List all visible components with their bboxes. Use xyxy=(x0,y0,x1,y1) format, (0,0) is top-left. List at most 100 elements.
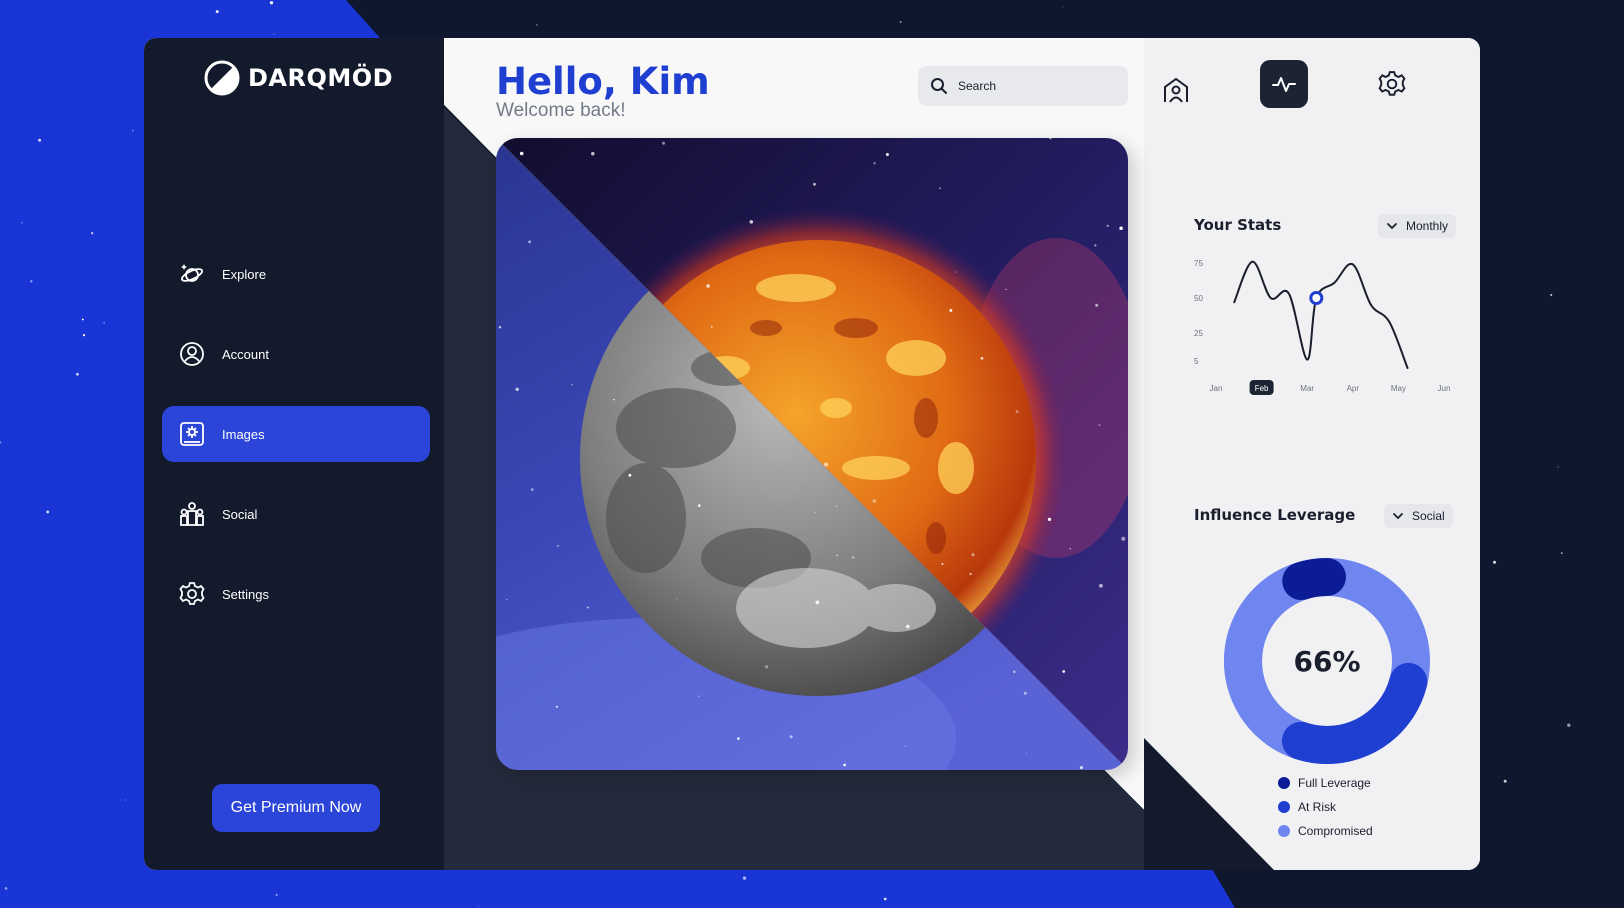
settings-icon xyxy=(1378,71,1406,96)
star xyxy=(1095,303,1099,307)
sidebar-item-images[interactable]: Images xyxy=(162,406,430,462)
account-icon xyxy=(178,340,206,368)
x-tick-label: May xyxy=(1391,384,1406,393)
star xyxy=(824,462,829,467)
star xyxy=(814,511,816,514)
activity-icon xyxy=(1272,77,1296,92)
star xyxy=(706,284,710,288)
home-nav-button[interactable] xyxy=(1152,66,1200,114)
star xyxy=(789,735,793,739)
star xyxy=(76,372,79,376)
star xyxy=(531,488,534,491)
star xyxy=(676,598,678,600)
brand-logo[interactable]: DARQMÖD xyxy=(204,60,393,96)
stats-marker[interactable] xyxy=(1309,291,1324,305)
star xyxy=(1012,670,1016,674)
influence-filter-dropdown[interactable]: Social xyxy=(1384,504,1453,528)
x-tick-label: Jan xyxy=(1210,384,1223,393)
star xyxy=(843,763,846,767)
star xyxy=(628,473,632,477)
star xyxy=(899,20,902,23)
sidebar-item-label: Settings xyxy=(222,586,269,602)
star xyxy=(1026,752,1028,754)
sidebar-item-social[interactable]: Social xyxy=(162,486,430,542)
star xyxy=(742,876,747,880)
star xyxy=(883,897,887,901)
star xyxy=(941,562,944,566)
star xyxy=(557,544,560,547)
star xyxy=(81,318,84,321)
x-tick-label: Feb xyxy=(1255,384,1269,393)
x-tick-label: Jun xyxy=(1438,384,1451,393)
star xyxy=(269,1,274,5)
sidebar-item-explore[interactable]: Explore xyxy=(162,246,430,302)
activity-nav-button[interactable] xyxy=(1260,60,1308,108)
chevron-down-icon xyxy=(1387,223,1397,230)
get-premium-button[interactable]: Get Premium Now xyxy=(212,784,380,832)
stats-line xyxy=(1233,260,1409,369)
hero-image xyxy=(496,138,1128,770)
star xyxy=(939,187,941,189)
star xyxy=(21,222,23,224)
star xyxy=(477,906,479,908)
star xyxy=(1098,424,1101,426)
images-icon xyxy=(178,420,206,448)
star xyxy=(815,600,820,605)
sidebar-item-account[interactable]: Account xyxy=(162,326,430,382)
influence-filter-label: Social xyxy=(1412,509,1445,523)
explore-icon xyxy=(178,260,206,288)
influence-percent: 66% xyxy=(1293,644,1361,678)
star xyxy=(275,893,278,896)
star xyxy=(697,695,700,698)
brand-name: DARQMÖD xyxy=(248,64,394,92)
star xyxy=(1047,517,1052,522)
star xyxy=(1503,779,1507,783)
star xyxy=(1098,583,1103,588)
legend-label: Compromised xyxy=(1298,824,1373,838)
page-title: Hello, Kim xyxy=(496,60,710,103)
sidebar-item-label: Social xyxy=(222,506,258,522)
settings-nav-button[interactable] xyxy=(1368,60,1416,108)
star xyxy=(872,499,877,503)
star xyxy=(1005,288,1007,290)
app-window: DARQMÖD Explore Account Images Social Se… xyxy=(144,38,1480,870)
star xyxy=(571,384,573,386)
search-input[interactable] xyxy=(958,79,1108,93)
star xyxy=(1023,691,1027,695)
sidebar-item-settings[interactable]: Settings xyxy=(162,566,430,622)
sidebar-item-label: Account xyxy=(222,346,269,362)
star xyxy=(273,33,275,35)
star xyxy=(1106,224,1109,228)
star xyxy=(1062,6,1064,8)
star xyxy=(852,556,855,559)
page-subtitle: Welcome back! xyxy=(496,100,626,121)
sidebar-item-label: Explore xyxy=(222,266,267,282)
star xyxy=(949,308,953,312)
search-bar[interactable] xyxy=(918,66,1128,106)
star xyxy=(82,333,86,337)
star xyxy=(132,129,134,132)
stats-period-dropdown[interactable]: Monthly xyxy=(1378,214,1457,238)
influence-donut: 66% xyxy=(1224,558,1430,764)
sidebar-item-label: Images xyxy=(222,426,265,442)
influence-title: Influence Leverage xyxy=(1194,506,1356,524)
star xyxy=(555,705,558,708)
x-tick-label: Apr xyxy=(1347,384,1360,393)
y-tick-label: 50 xyxy=(1194,294,1203,303)
legend-swatch xyxy=(1278,777,1290,789)
star xyxy=(710,325,713,328)
settings-icon xyxy=(178,580,206,608)
star xyxy=(836,554,839,557)
sidebar-nav: Explore Account Images Social Settings xyxy=(162,246,430,646)
star xyxy=(1069,547,1072,550)
star xyxy=(46,510,50,514)
legend-item: At Risk xyxy=(1278,795,1373,819)
star xyxy=(215,10,219,14)
star xyxy=(1062,670,1066,673)
star xyxy=(91,232,94,235)
star xyxy=(661,141,666,145)
star xyxy=(749,220,754,224)
star xyxy=(498,326,502,329)
star xyxy=(30,280,33,283)
star xyxy=(613,398,615,401)
